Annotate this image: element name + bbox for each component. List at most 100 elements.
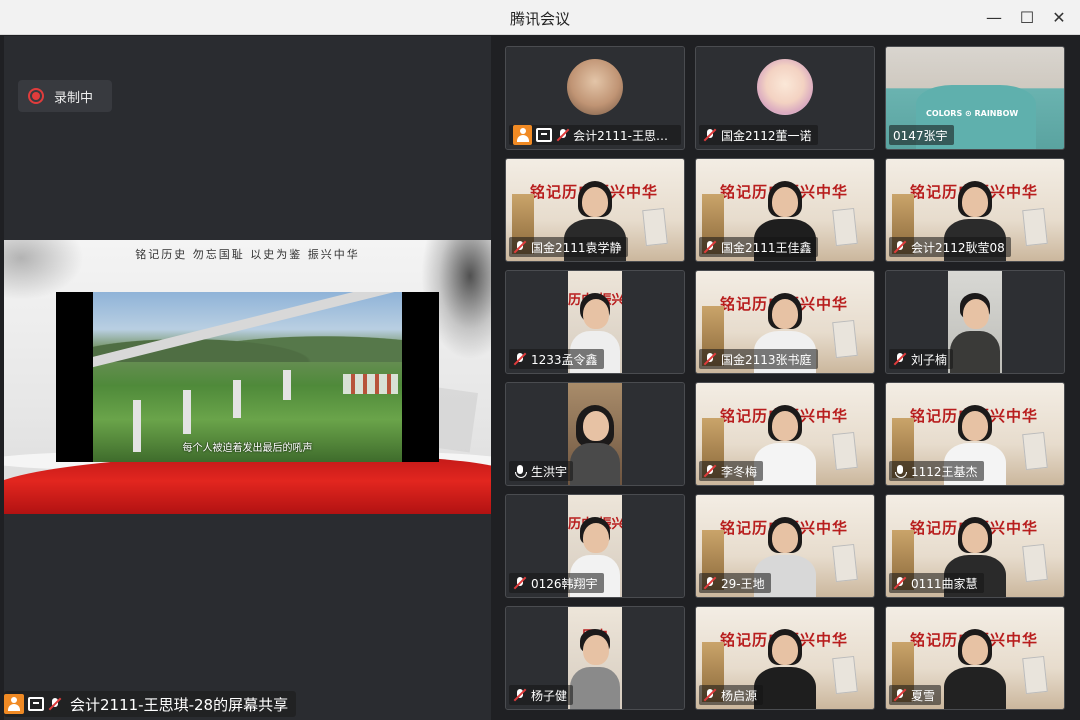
participant-tile[interactable]: 铭记历史振兴中华 国金2111王佳鑫 (695, 158, 875, 262)
name-tag: 李冬梅 (699, 461, 764, 481)
participant-tile[interactable]: COLORS ⊙ RAINBOW 0147张宇 (885, 46, 1065, 150)
participant-tile[interactable]: 铭记历史振兴中华 国金2111袁学静 (505, 158, 685, 262)
calendar-decoration (1022, 543, 1048, 583)
calendar-decoration (832, 655, 858, 695)
name-tag: 国金2113张书庭 (699, 349, 818, 369)
title-bar: 腾讯会议 — ☐ ✕ (0, 0, 1080, 35)
embedded-video[interactable]: 每个人被迫着发出最后的吼声 (56, 292, 439, 462)
participant-name: 会计2111-王思琪... (573, 128, 675, 143)
video-frame: 每个人被迫着发出最后的吼声 (93, 292, 402, 462)
participant-tile[interactable]: 历史 振兴 1233孟令鑫 (505, 270, 685, 374)
slide-header-text: 铭记历史 勿忘国耻 以史为鉴 振兴中华 (135, 248, 360, 261)
host-icon (513, 125, 533, 145)
screen-share-icon (28, 697, 44, 711)
mic-muted-icon (513, 688, 527, 702)
participant-name: 国金2111袁学静 (531, 240, 622, 255)
mic-muted-icon (893, 576, 907, 590)
participant-name: 李冬梅 (721, 464, 758, 479)
mic-muted-icon (703, 576, 717, 590)
participant-tile[interactable]: 国金2112董一诺 (695, 46, 875, 150)
meeting-window: 腾讯会议 — ☐ ✕ 录制中 铭记历史 勿忘国耻 以史为鉴 振兴中华 每个人被迫… (0, 0, 1080, 720)
recording-indicator[interactable]: 录制中 (18, 80, 112, 112)
village-houses (343, 374, 398, 394)
participant-tile[interactable]: 铭记历史振兴中华 0111曲家慧 (885, 494, 1065, 598)
participant-grid: 会计2111-王思琪... 国金2112董一诺 COLORS ⊙ RAINBOW… (505, 46, 1065, 716)
name-tag: 0111曲家慧 (889, 573, 984, 593)
participant-tile[interactable]: 铭记历史振兴中华 29-王地 (695, 494, 875, 598)
mic-muted-icon (48, 697, 62, 711)
participant-name: 1112王基杰 (911, 464, 978, 479)
name-tag: 会计2111-王思琪... (509, 125, 681, 145)
mic-muted-icon (893, 688, 907, 702)
mic-muted-icon (513, 240, 527, 254)
participant-tile[interactable]: 铭记历史振兴中华 李冬梅 (695, 382, 875, 486)
shared-slide: 铭记历史 勿忘国耻 以史为鉴 振兴中华 每个人被迫着发出最后的吼声 (4, 240, 491, 514)
avatar (567, 59, 623, 115)
window-title: 腾讯会议 (509, 10, 570, 28)
participant-name: 0147张宇 (893, 128, 948, 143)
screen-share-label: 会计2111-王思琪-28的屏幕共享 (4, 691, 297, 717)
mic-muted-icon (513, 352, 527, 366)
participant-name: 国金2112董一诺 (721, 128, 812, 143)
participant-name: 杨启源 (721, 688, 758, 703)
participant-name: 国金2111王佳鑫 (721, 240, 812, 255)
recording-label: 录制中 (54, 90, 94, 106)
name-tag: 国金2111袁学静 (509, 237, 628, 257)
participant-name: 会计2112耿莹08 (911, 240, 1005, 255)
calendar-decoration (832, 543, 858, 583)
participant-tile[interactable]: 历史 振兴 0126韩翔宇 (505, 494, 685, 598)
video-subtitle: 每个人被迫着发出最后的吼声 (182, 443, 313, 454)
maximize-button[interactable]: ☐ (1013, 6, 1041, 28)
name-tag: 刘子楠 (889, 349, 954, 369)
host-icon (4, 694, 24, 714)
bridge-pillar (283, 370, 291, 400)
camera-feed (568, 383, 622, 485)
name-tag: 杨启源 (699, 685, 764, 705)
camera-feed: 历史 (568, 607, 622, 709)
mic-muted-icon (703, 128, 717, 142)
name-tag: 生洪宇 (509, 461, 574, 481)
participant-name: 0126韩翔宇 (531, 576, 598, 591)
participant-name: 生洪宇 (531, 464, 568, 479)
participant-tile[interactable]: 铭记历史振兴中华 杨启源 (695, 606, 875, 710)
participant-name: 0111曲家慧 (911, 576, 978, 591)
camera-feed (948, 271, 1002, 373)
name-tag: 夏雪 (889, 685, 942, 705)
calendar-decoration (832, 207, 858, 247)
participant-name: 夏雪 (911, 688, 936, 703)
participant-tile[interactable]: 铭记历史振兴中华 夏雪 (885, 606, 1065, 710)
participant-tile[interactable]: 会计2111-王思琪... (505, 46, 685, 150)
name-tag: 会计2112耿莹08 (889, 237, 1011, 257)
name-tag: 0147张宇 (889, 125, 954, 145)
person (940, 629, 1010, 709)
participant-name: 杨子健 (531, 688, 568, 703)
mic-muted-icon (703, 352, 717, 366)
calendar-decoration (832, 319, 858, 359)
participant-tile[interactable]: 历史 杨子健 (505, 606, 685, 710)
mic-muted-icon (703, 688, 717, 702)
name-tag: 29-王地 (699, 573, 771, 593)
mic-muted-icon (893, 352, 907, 366)
calendar-decoration (832, 431, 858, 471)
person (570, 629, 620, 709)
participant-tile[interactable]: 生洪宇 (505, 382, 685, 486)
mic-muted-icon (513, 576, 527, 590)
sharer-name: 会计2111-王思琪-28的屏幕共享 (70, 695, 289, 714)
shared-screen-pane: 录制中 铭记历史 勿忘国耻 以史为鉴 振兴中华 每个人被迫着发出最后的吼声 会计… (4, 36, 491, 720)
name-tag: 国金2111王佳鑫 (699, 237, 818, 257)
participant-tile[interactable]: 刘子楠 (885, 270, 1065, 374)
bridge-pillar (233, 380, 241, 418)
mic-muted-icon (556, 128, 569, 142)
participant-name: 国金2113张书庭 (721, 352, 812, 367)
participant-name: 刘子楠 (911, 352, 948, 367)
participant-tile[interactable]: 铭记历史振兴中华 1112王基杰 (885, 382, 1065, 486)
person (950, 293, 1000, 373)
participant-tile[interactable]: 铭记历史振兴中华 国金2113张书庭 (695, 270, 875, 374)
mic-muted-icon (703, 464, 717, 478)
minimize-button[interactable]: — (980, 6, 1008, 28)
name-tag: 1233孟令鑫 (509, 349, 604, 369)
close-button[interactable]: ✕ (1045, 6, 1073, 28)
name-tag: 杨子健 (509, 685, 574, 705)
participant-tile[interactable]: 铭记历史振兴中华 会计2112耿莹08 (885, 158, 1065, 262)
shirt-text: COLORS ⊙ RAINBOW (926, 109, 1019, 118)
